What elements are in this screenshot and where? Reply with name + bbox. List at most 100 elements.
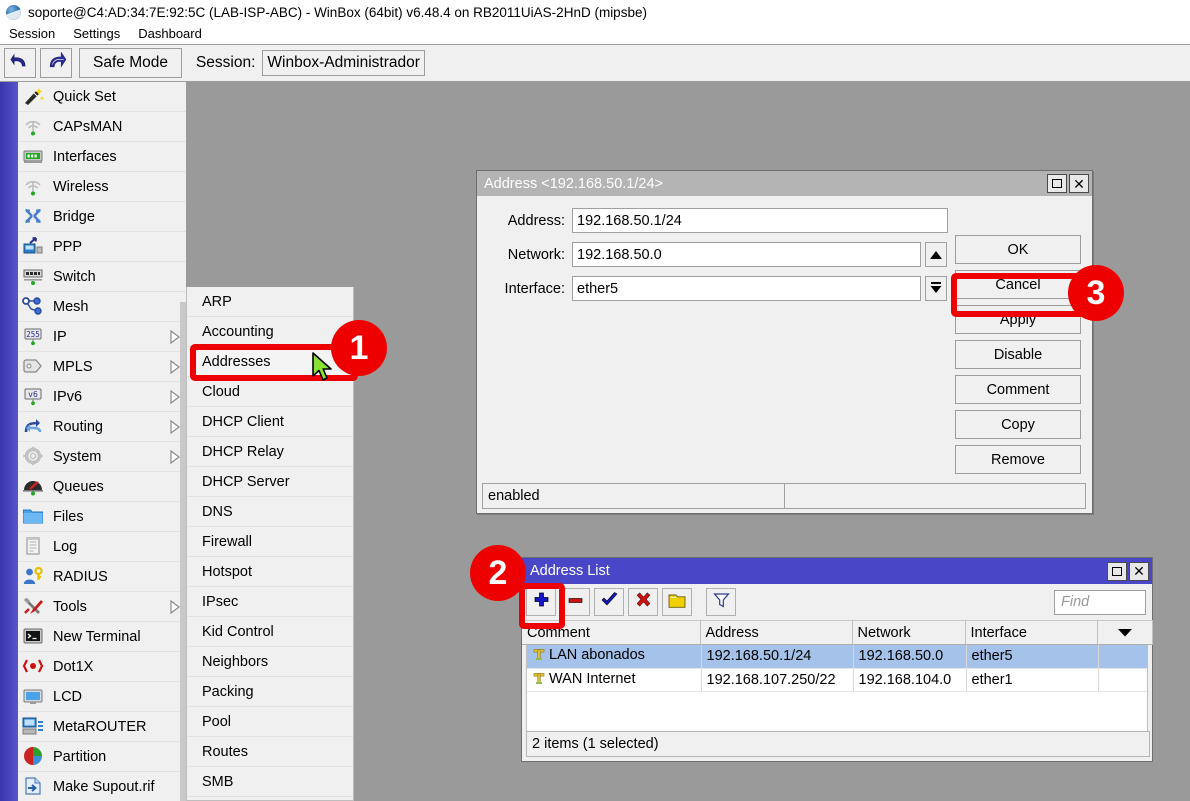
cell-spacer bbox=[1098, 668, 1148, 691]
ip-submenu-item-kid-control[interactable]: Kid Control bbox=[187, 617, 353, 647]
network-input[interactable]: 192.168.50.0 bbox=[572, 242, 921, 267]
ip-submenu-item-neighbors[interactable]: Neighbors bbox=[187, 647, 353, 677]
sidebar-item-lcd[interactable]: LCD bbox=[18, 682, 186, 712]
add-button[interactable] bbox=[526, 588, 556, 616]
dropdown-arrow-icon bbox=[929, 281, 943, 297]
ip-submenu-item-dhcp-server[interactable]: DHCP Server bbox=[187, 467, 353, 497]
ip-submenu-item-addresses[interactable]: Addresses bbox=[187, 347, 353, 377]
sidebar-item-switch[interactable]: Switch bbox=[18, 262, 186, 292]
queues-gauge-icon bbox=[22, 476, 48, 498]
session-input[interactable]: Winbox-Administrador bbox=[262, 50, 424, 76]
sidebar-item-queues[interactable]: Queues bbox=[18, 472, 186, 502]
address-input[interactable]: 192.168.50.1/24 bbox=[572, 208, 948, 233]
address-dialog-titlebar[interactable]: Address <192.168.50.1/24> ✕ bbox=[477, 171, 1092, 196]
cell-address: 192.168.50.1/24 bbox=[701, 645, 853, 668]
cell-interface: ether1 bbox=[966, 668, 1098, 691]
sidebar-item-ppp[interactable]: PPP bbox=[18, 232, 186, 262]
ip-submenu-item-routes[interactable]: Routes bbox=[187, 737, 353, 767]
ip-submenu-item-label: Firewall bbox=[202, 534, 252, 550]
winbox-app-window: soporte@C4:AD:34:7E:92:5C (LAB-ISP-ABC) … bbox=[0, 0, 1190, 801]
filter-button[interactable] bbox=[706, 588, 736, 616]
menu-item-settings[interactable]: Settings bbox=[64, 24, 129, 44]
ip-submenu-item-smb[interactable]: SMB bbox=[187, 767, 353, 797]
ip-submenu-item-dhcp-client[interactable]: DHCP Client bbox=[187, 407, 353, 437]
interface-dropdown-button[interactable] bbox=[925, 276, 947, 301]
sidebar-item-bridge[interactable]: Bridge bbox=[18, 202, 186, 232]
table-row[interactable]: WAN Internet192.168.107.250/22192.168.10… bbox=[527, 668, 1148, 691]
remove-button[interactable]: Remove bbox=[955, 445, 1081, 474]
cancel-button[interactable]: Cancel bbox=[955, 270, 1081, 299]
ip-submenu-item-firewall[interactable]: Firewall bbox=[187, 527, 353, 557]
redo-button[interactable] bbox=[40, 48, 72, 78]
apply-button[interactable]: Apply bbox=[955, 305, 1081, 334]
close-icon[interactable]: ✕ bbox=[1129, 562, 1149, 581]
ip-submenu-item-arp[interactable]: ARP bbox=[187, 287, 353, 317]
antenna-icon bbox=[22, 116, 48, 138]
sidebar-item-new-terminal[interactable]: New Terminal bbox=[18, 622, 186, 652]
sidebar-item-wireless[interactable]: Wireless bbox=[18, 172, 186, 202]
find-input[interactable]: Find bbox=[1054, 590, 1146, 615]
disable-button[interactable] bbox=[628, 588, 658, 616]
ip-submenu-item-ipsec[interactable]: IPsec bbox=[187, 587, 353, 617]
copy-button[interactable]: Copy bbox=[955, 410, 1081, 439]
menu-item-dashboard[interactable]: Dashboard bbox=[129, 24, 211, 44]
column-header-network[interactable]: Network bbox=[852, 621, 965, 645]
close-icon[interactable]: ✕ bbox=[1069, 174, 1089, 193]
network-expand-button[interactable] bbox=[925, 242, 947, 267]
ip-submenu-item-dns[interactable]: DNS bbox=[187, 497, 353, 527]
interface-input[interactable]: ether5 bbox=[572, 276, 921, 301]
undo-button[interactable] bbox=[4, 48, 36, 78]
table-row[interactable]: LAN abonados192.168.50.1/24192.168.50.0e… bbox=[527, 645, 1148, 668]
sidebar-item-make-supout-rif[interactable]: Make Supout.rif bbox=[18, 772, 186, 801]
sidebar-item-metarouter[interactable]: MetaROUTER bbox=[18, 712, 186, 742]
ip-submenu-item-pool[interactable]: Pool bbox=[187, 707, 353, 737]
ip-255-icon: 255 bbox=[22, 326, 48, 348]
redo-icon bbox=[46, 52, 66, 74]
sidebar-item-capsman[interactable]: CAPsMAN bbox=[18, 112, 186, 142]
sidebar-item-label: Bridge bbox=[53, 209, 95, 225]
sidebar-item-dot1x[interactable]: Dot1X bbox=[18, 652, 186, 682]
sidebar-item-radius[interactable]: RADIUS bbox=[18, 562, 186, 592]
sidebar-item-quick-set[interactable]: Quick Set bbox=[18, 82, 186, 112]
sidebar-item-ip[interactable]: 255IP bbox=[18, 322, 186, 352]
column-menu-button[interactable] bbox=[1097, 621, 1152, 645]
sidebar-item-ipv6[interactable]: v6IPv6 bbox=[18, 382, 186, 412]
sidebar-item-interfaces[interactable]: Interfaces bbox=[18, 142, 186, 172]
comment-button[interactable]: Comment bbox=[955, 375, 1081, 404]
disable-button[interactable]: Disable bbox=[955, 340, 1081, 369]
sidebar-item-mesh[interactable]: Mesh bbox=[18, 292, 186, 322]
app-title: soporte@C4:AD:34:7E:92:5C (LAB-ISP-ABC) … bbox=[28, 5, 647, 20]
sidebar-item-tools[interactable]: Tools bbox=[18, 592, 186, 622]
menu-item-session[interactable]: Session bbox=[0, 24, 64, 44]
sidebar-item-label: Switch bbox=[53, 269, 96, 285]
enable-button[interactable] bbox=[594, 588, 624, 616]
sidebar-item-files[interactable]: Files bbox=[18, 502, 186, 532]
sidebar-item-log[interactable]: Log bbox=[18, 532, 186, 562]
network-card-icon bbox=[22, 146, 48, 168]
ip-submenu-item-accounting[interactable]: Accounting bbox=[187, 317, 353, 347]
ip-submenu-item-dhcp-relay[interactable]: DHCP Relay bbox=[187, 437, 353, 467]
remove-button[interactable] bbox=[560, 588, 590, 616]
safe-mode-button[interactable]: Safe Mode bbox=[79, 48, 182, 78]
lcd-monitor-icon bbox=[22, 686, 48, 708]
column-header-interface[interactable]: Interface bbox=[965, 621, 1097, 645]
column-header-address[interactable]: Address bbox=[700, 621, 852, 645]
address-dialog-statusbar: enabled bbox=[482, 483, 1086, 509]
ip-submenu-item-cloud[interactable]: Cloud bbox=[187, 377, 353, 407]
comment-button[interactable] bbox=[662, 588, 692, 616]
sidebar-item-partition[interactable]: Partition bbox=[18, 742, 186, 772]
sidebar-item-routing[interactable]: Routing bbox=[18, 412, 186, 442]
column-header-comment[interactable]: Comment bbox=[522, 621, 700, 645]
cell-interface: ether5 bbox=[966, 645, 1098, 668]
address-list-titlebar[interactable]: Address List ✕ bbox=[522, 558, 1152, 584]
sidebar-item-label: RADIUS bbox=[53, 569, 108, 585]
maximize-icon[interactable] bbox=[1107, 562, 1127, 581]
ok-button[interactable]: OK bbox=[955, 235, 1081, 264]
sidebar-item-system[interactable]: System bbox=[18, 442, 186, 472]
address-list-window: Address List ✕ bbox=[521, 557, 1153, 762]
minus-icon bbox=[567, 592, 584, 612]
sidebar-item-mpls[interactable]: MPLS bbox=[18, 352, 186, 382]
maximize-icon[interactable] bbox=[1047, 174, 1067, 193]
ip-submenu-item-hotspot[interactable]: Hotspot bbox=[187, 557, 353, 587]
ip-submenu-item-packing[interactable]: Packing bbox=[187, 677, 353, 707]
